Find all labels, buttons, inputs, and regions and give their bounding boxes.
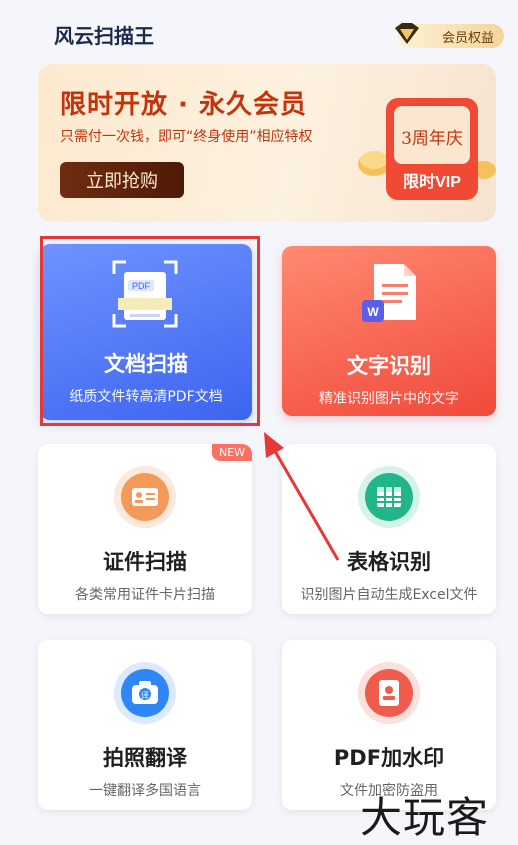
table-recognition-title: 表格识别 (347, 550, 431, 574)
table-icon (358, 466, 420, 528)
word-document-icon: W (362, 264, 416, 322)
banner-subtitle: 只需付一次钱，即可“终身使用”相应特权 (60, 129, 313, 145)
pdf-watermark-title: PDF加水印 (333, 746, 445, 770)
text-recognition-title: 文字识别 (347, 354, 431, 378)
new-badge: NEW (211, 444, 252, 461)
document-scan-title: 文档扫描 (104, 352, 188, 376)
id-scan-card[interactable]: NEW 证件扫描 各类常用证件卡片扫描 (38, 444, 252, 614)
vip-anniversary-icon: 3周年庆 限时VIP (358, 98, 496, 200)
pdf-scan-icon: PDF (112, 260, 178, 328)
badge-bottom-text: 限时VIP (403, 173, 461, 191)
camera-translate-icon: 译 (114, 662, 176, 724)
id-card-icon (114, 466, 176, 528)
pdf-label: PDF (132, 281, 151, 291)
w-label: W (367, 305, 379, 319)
table-recognition-subtitle: 识别图片自动生成Excel文件 (300, 587, 478, 603)
id-scan-title: 证件扫描 (103, 550, 187, 574)
app-title: 风云扫描王 (54, 24, 154, 48)
banner-title: 限时开放 · 永久会员 (60, 90, 307, 120)
photo-translate-subtitle: 一键翻译多国语言 (89, 783, 201, 799)
text-recognition-subtitle: 精准识别图片中的文字 (319, 391, 459, 407)
member-benefits-label: 会员权益 (441, 30, 494, 46)
document-scan-subtitle: 纸质文件转高清PDF文档 (69, 389, 223, 405)
badge-top-text: 3周年庆 (401, 129, 463, 149)
id-scan-subtitle: 各类常用证件卡片扫描 (75, 587, 215, 603)
table-recognition-card[interactable]: 表格识别 识别图片自动生成Excel文件 (282, 444, 496, 614)
document-scan-card[interactable]: PDF 文档扫描 纸质文件转高清PDF文档 (40, 244, 252, 420)
promo-banner[interactable]: 限时开放 · 永久会员 只需付一次钱，即可“终身使用”相应特权 立即抢购 3周年… (38, 64, 496, 222)
translate-glyph: 译 (141, 691, 149, 700)
member-benefits-button[interactable]: 会员权益 (395, 23, 504, 48)
watermark-text: 大玩客 (360, 793, 490, 842)
diamond-icon (395, 23, 419, 44)
photo-translate-title: 拍照翻译 (103, 746, 187, 770)
pdf-watermark-icon (358, 662, 420, 724)
photo-translate-card[interactable]: 译 拍照翻译 一键翻译多国语言 (38, 640, 252, 810)
text-recognition-card[interactable]: W 文字识别 精准识别图片中的文字 (282, 246, 496, 416)
buy-now-button[interactable]: 立即抢购 (60, 162, 184, 198)
